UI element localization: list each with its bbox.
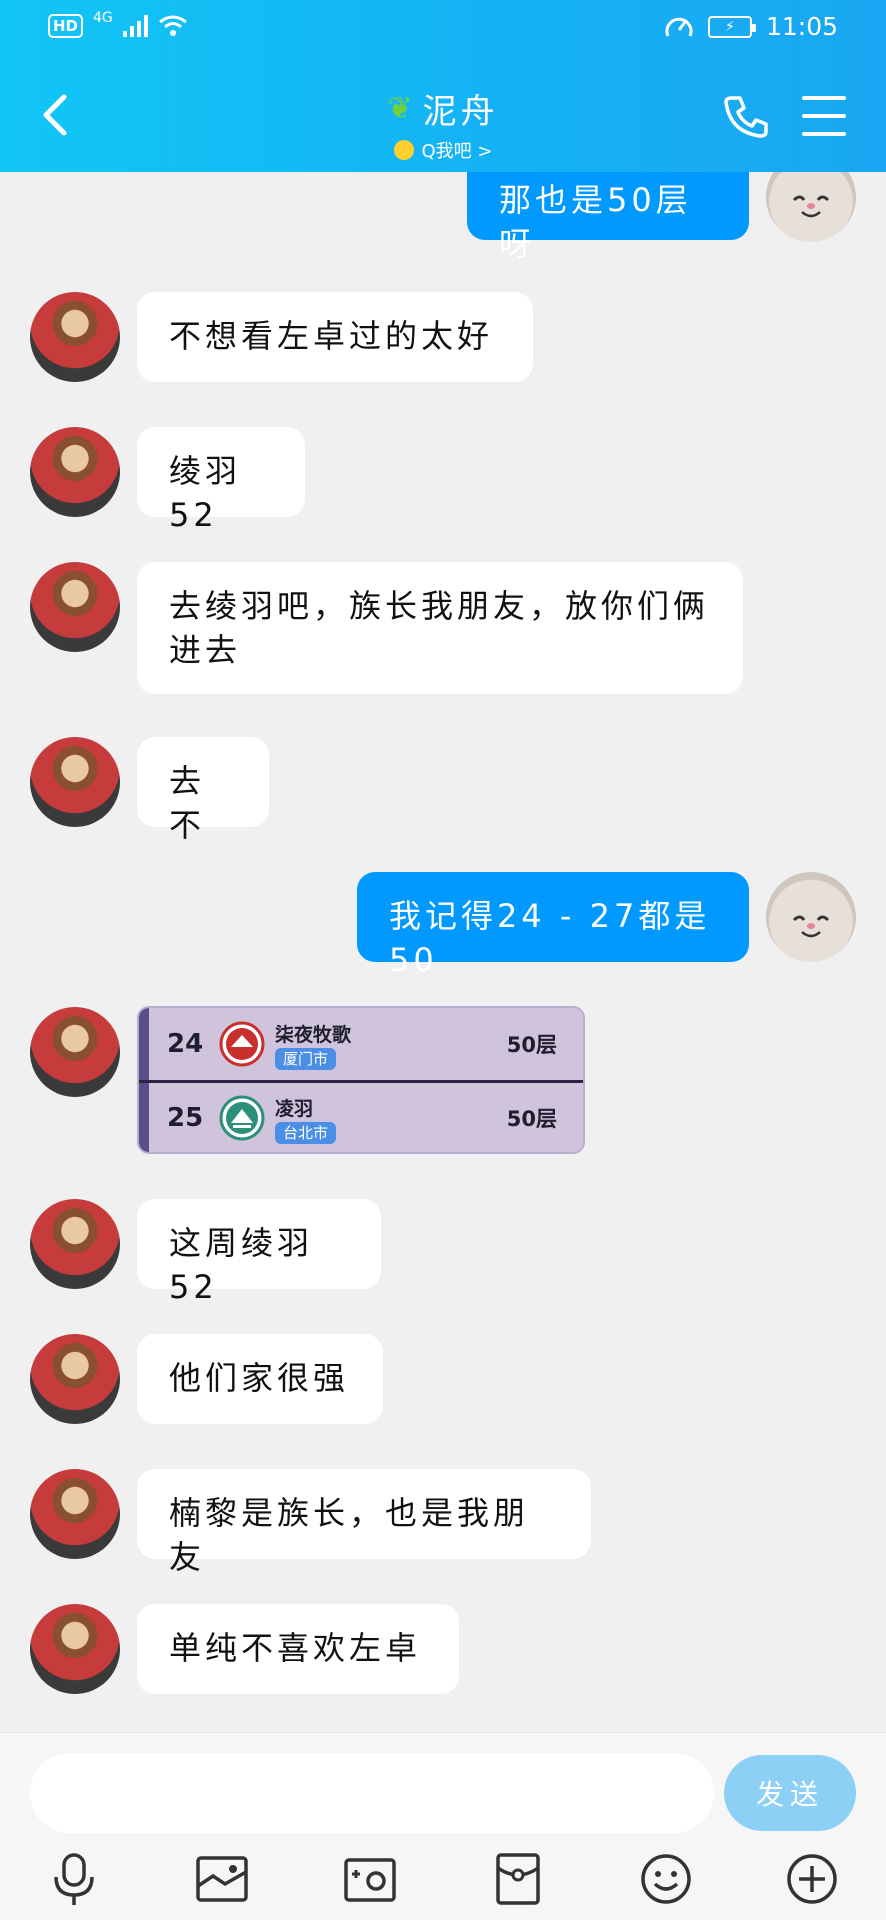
message-bubble-in[interactable]: 这周绫羽52 — [137, 1199, 381, 1306]
status-time: 11:05 — [765, 12, 838, 41]
message-bubble-in[interactable]: 去不 — [137, 737, 269, 844]
microphone-icon — [54, 1853, 94, 1905]
status-bar-left: HD 4G — [48, 10, 188, 38]
city-badge: 厦门市 — [275, 1048, 337, 1070]
ranking-image[interactable]: 24 柒夜牧歌 厦门市 50层 25 凌羽 台北市 50层 — [137, 1006, 585, 1154]
phone-icon — [724, 96, 768, 138]
contact-avatar[interactable] — [30, 1334, 120, 1424]
smiley-icon — [393, 140, 414, 160]
call-button[interactable] — [722, 92, 770, 140]
message-bubble-out[interactable]: 那也是50层呀 — [467, 172, 749, 263]
sheep-face-icon — [792, 195, 830, 218]
contact-status[interactable]: Q我吧 > — [393, 137, 493, 163]
input-toolbar — [0, 1849, 886, 1917]
sheep-face-icon — [792, 915, 830, 938]
floor-count: 50层 — [506, 1107, 557, 1131]
red-packet-button[interactable] — [488, 1849, 548, 1909]
camera-button[interactable] — [340, 1849, 400, 1909]
message-bubble-in[interactable]: 楠黎是族长，也是我朋友 — [137, 1469, 591, 1576]
my-avatar[interactable] — [766, 172, 856, 242]
message-bubble-in[interactable]: 不想看左卓过的太好 — [137, 292, 533, 382]
hd-badge: HD — [48, 14, 84, 38]
image-button[interactable] — [192, 1849, 252, 1909]
status-bar-right: ⚡ 11:05 — [664, 12, 838, 41]
network-type: 4G — [93, 10, 113, 26]
message-bubble-in[interactable]: 单纯不喜欢左卓 — [137, 1604, 459, 1694]
signal-icon — [122, 15, 148, 37]
my-avatar[interactable] — [766, 872, 856, 962]
contact-avatar[interactable] — [30, 292, 120, 382]
clan-name: 柒夜牧歌 — [275, 1024, 352, 1046]
clan-emblem-icon — [219, 1021, 265, 1067]
contact-avatar[interactable] — [30, 1199, 120, 1289]
picture-icon — [196, 1856, 248, 1902]
emoji-icon — [641, 1854, 691, 1904]
wifi-icon — [158, 15, 187, 36]
clan-name: 凌羽 — [275, 1098, 314, 1120]
message-bubble-in[interactable]: 去绫羽吧，族长我朋友，放你们俩进去 — [137, 562, 743, 694]
message-bubble-out[interactable]: 我记得24 - 27都是50 — [357, 872, 749, 979]
contact-name-text: 泥舟 — [422, 92, 499, 132]
message-input[interactable] — [30, 1753, 714, 1833]
sprout-icon: ❦ — [387, 91, 417, 126]
ranking-row: 25 凌羽 台北市 50层 — [139, 1082, 583, 1152]
rank-number: 25 — [167, 1103, 204, 1133]
battery-icon: ⚡ — [707, 15, 756, 38]
city-badge: 台北市 — [275, 1122, 337, 1144]
red-packet-icon — [496, 1853, 540, 1905]
contact-avatar[interactable] — [30, 562, 120, 652]
contact-name: ❦ 泥舟 — [387, 84, 498, 133]
contact-avatar[interactable] — [30, 1007, 120, 1097]
emoji-button[interactable] — [636, 1849, 696, 1909]
camera-icon — [344, 1858, 396, 1902]
chat-header: HD 4G ⚡ 11:05 ❦ 泥舟 Q我吧 > — [0, 0, 886, 172]
message-bubble-in[interactable]: 他们家很强 — [137, 1334, 383, 1424]
contact-avatar[interactable] — [30, 1604, 120, 1694]
plus-icon — [787, 1854, 837, 1904]
voice-button[interactable] — [44, 1849, 104, 1909]
send-button[interactable]: 发送 — [724, 1755, 856, 1831]
ranking-row: 24 柒夜牧歌 厦门市 50层 — [139, 1008, 583, 1080]
contact-avatar[interactable] — [30, 1469, 120, 1559]
message-list[interactable]: 那也是50层呀 不想看左卓过的太好 绫羽52 去绫羽吧，族长我朋友，放你们俩进去… — [0, 172, 886, 1732]
menu-button[interactable] — [802, 96, 846, 136]
contact-status-text: Q我吧 > — [421, 141, 493, 162]
speed-icon — [665, 17, 693, 37]
contact-avatar[interactable] — [30, 737, 120, 827]
clan-emblem-icon — [219, 1095, 265, 1141]
contact-avatar[interactable] — [30, 427, 120, 517]
input-bar: 发送 — [0, 1732, 886, 1920]
rank-number: 24 — [167, 1029, 204, 1059]
floor-count: 50层 — [506, 1033, 557, 1057]
more-button[interactable] — [782, 1849, 842, 1909]
message-bubble-in[interactable]: 绫羽52 — [137, 427, 305, 534]
